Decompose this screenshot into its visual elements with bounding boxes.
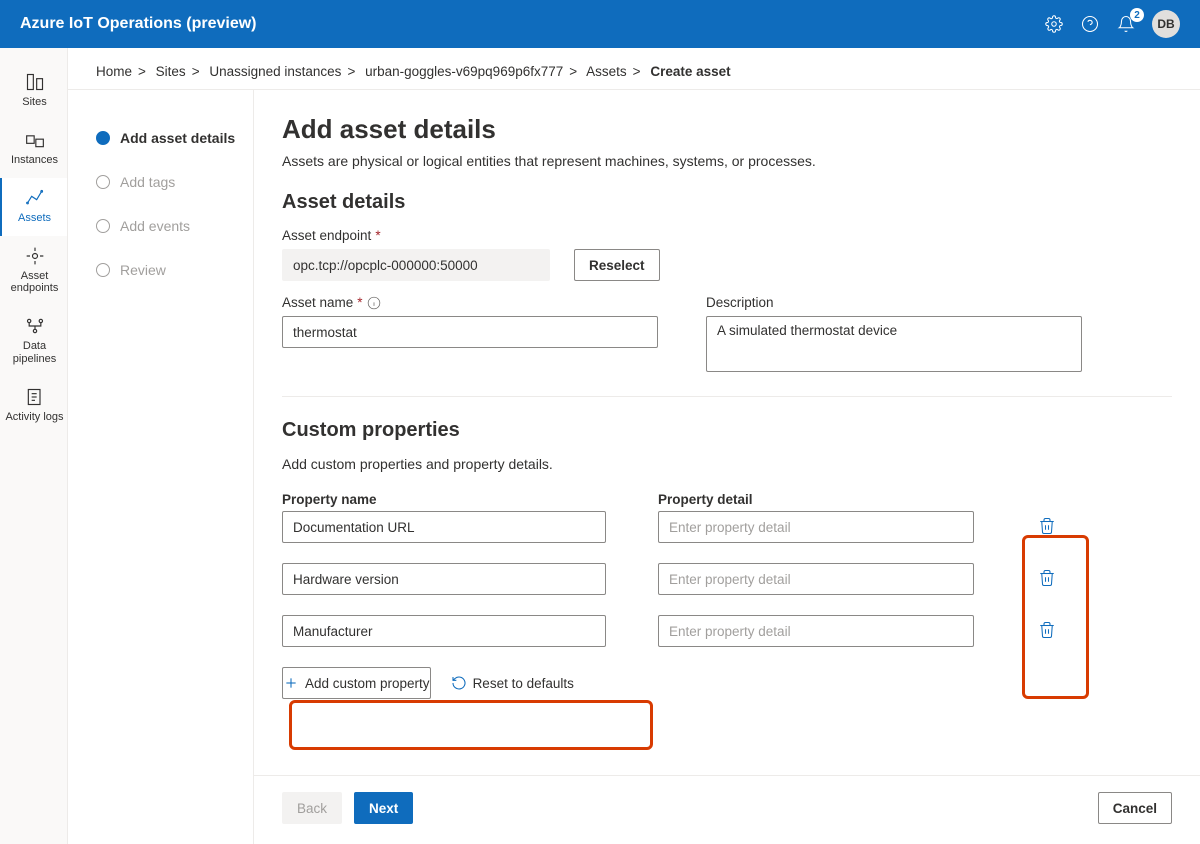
cancel-button[interactable]: Cancel (1098, 792, 1172, 824)
add-custom-property-button[interactable]: Add custom property (282, 667, 431, 699)
nav-item-assets[interactable]: Assets (0, 178, 67, 236)
breadcrumb-link[interactable]: Assets (586, 64, 627, 79)
description-input[interactable] (706, 316, 1082, 372)
app-title: Azure IoT Operations (preview) (20, 15, 256, 33)
breadcrumb-link[interactable]: Sites (156, 64, 186, 79)
back-button: Back (282, 792, 342, 824)
form-area: Add asset details Assets are physical or… (254, 90, 1200, 771)
nav-label: Sites (22, 96, 46, 108)
endpoint-label: Asset endpoint* (282, 228, 550, 243)
breadcrumb-link[interactable]: urban-goggles-v69pq969p6fx777 (365, 64, 563, 79)
step-indicator-icon (96, 175, 110, 189)
nav-item-instances[interactable]: Instances (0, 120, 67, 178)
delete-icon[interactable] (1038, 517, 1058, 537)
nav-label: Instances (11, 154, 58, 166)
step-indicator-icon (96, 131, 110, 145)
wizard-step-label: Add events (120, 218, 190, 234)
property-detail-input[interactable] (658, 615, 974, 647)
breadcrumb-link[interactable]: Unassigned instances (209, 64, 341, 79)
nav-item-sites[interactable]: Sites (0, 62, 67, 120)
wizard-step-review[interactable]: Review (96, 248, 239, 292)
wizard-step-tags[interactable]: Add tags (96, 160, 239, 204)
asset-name-label: Asset name* (282, 295, 658, 310)
breadcrumb-link[interactable]: Home (96, 64, 132, 79)
help-icon[interactable] (1080, 14, 1100, 34)
delete-icon[interactable] (1038, 569, 1058, 589)
wizard-step-label: Add tags (120, 174, 175, 190)
section-title-asset-details: Asset details (282, 191, 1172, 214)
section-title-custom-props: Custom properties (282, 419, 1172, 442)
nav-label: Assets (18, 212, 51, 224)
nav-label: Data pipelines (2, 340, 67, 364)
property-row (282, 615, 1172, 647)
property-row (282, 511, 1172, 543)
wizard-nav: Add asset details Add tags Add events Re… (68, 90, 254, 844)
endpoint-input (282, 249, 550, 281)
step-indicator-icon (96, 263, 110, 277)
topbar-actions: 2 DB (1044, 10, 1180, 38)
wizard-step-details[interactable]: Add asset details (96, 116, 239, 160)
propname-header: Property name (282, 492, 606, 507)
nav-item-pipelines[interactable]: Data pipelines (0, 306, 67, 376)
description-label: Description (706, 295, 1082, 310)
gear-icon[interactable] (1044, 14, 1064, 34)
wizard-step-events[interactable]: Add events (96, 204, 239, 248)
breadcrumb-current: Create asset (650, 64, 730, 79)
breadcrumb: Home> Sites> Unassigned instances> urban… (68, 48, 1200, 90)
reselect-button[interactable]: Reselect (574, 249, 660, 281)
property-row (282, 563, 1172, 595)
property-name-input[interactable] (282, 563, 606, 595)
wizard-step-label: Review (120, 262, 166, 278)
nav-label: Asset endpoints (2, 270, 67, 294)
page-title: Add asset details (282, 114, 1172, 145)
topbar: Azure IoT Operations (preview) 2 DB (0, 0, 1200, 48)
nav-item-activity[interactable]: Activity logs (0, 377, 67, 435)
asset-name-input[interactable] (282, 316, 658, 348)
page-subtitle: Assets are physical or logical entities … (282, 153, 1172, 169)
wizard-footer: Back Next Cancel (254, 775, 1200, 844)
next-button[interactable]: Next (354, 792, 413, 824)
delete-icon[interactable] (1038, 621, 1058, 641)
nav-label: Activity logs (5, 411, 63, 423)
wizard-step-label: Add asset details (120, 130, 235, 146)
reset-defaults-button[interactable]: Reset to defaults (451, 667, 574, 699)
nav-item-endpoints[interactable]: Asset endpoints (0, 236, 67, 306)
custom-props-subtitle: Add custom properties and property detai… (282, 456, 1172, 472)
step-indicator-icon (96, 219, 110, 233)
info-icon[interactable] (367, 296, 381, 310)
avatar[interactable]: DB (1152, 10, 1180, 38)
property-name-input[interactable] (282, 615, 606, 647)
property-detail-input[interactable] (658, 511, 974, 543)
propdetail-header: Property detail (658, 492, 974, 507)
property-detail-input[interactable] (658, 563, 974, 595)
bell-icon[interactable]: 2 (1116, 14, 1136, 34)
property-name-input[interactable] (282, 511, 606, 543)
notification-badge: 2 (1130, 8, 1144, 22)
left-nav: Sites Instances Assets Asset endpoints D… (0, 48, 68, 844)
